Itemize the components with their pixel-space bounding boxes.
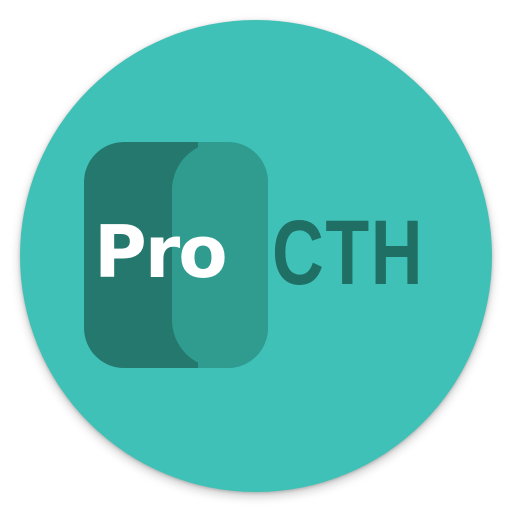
logo-word-pro: Pro [94, 210, 228, 294]
logo-word-cth: CTH [272, 202, 425, 304]
app-icon[interactable]: Pro CTH [0, 0, 512, 512]
